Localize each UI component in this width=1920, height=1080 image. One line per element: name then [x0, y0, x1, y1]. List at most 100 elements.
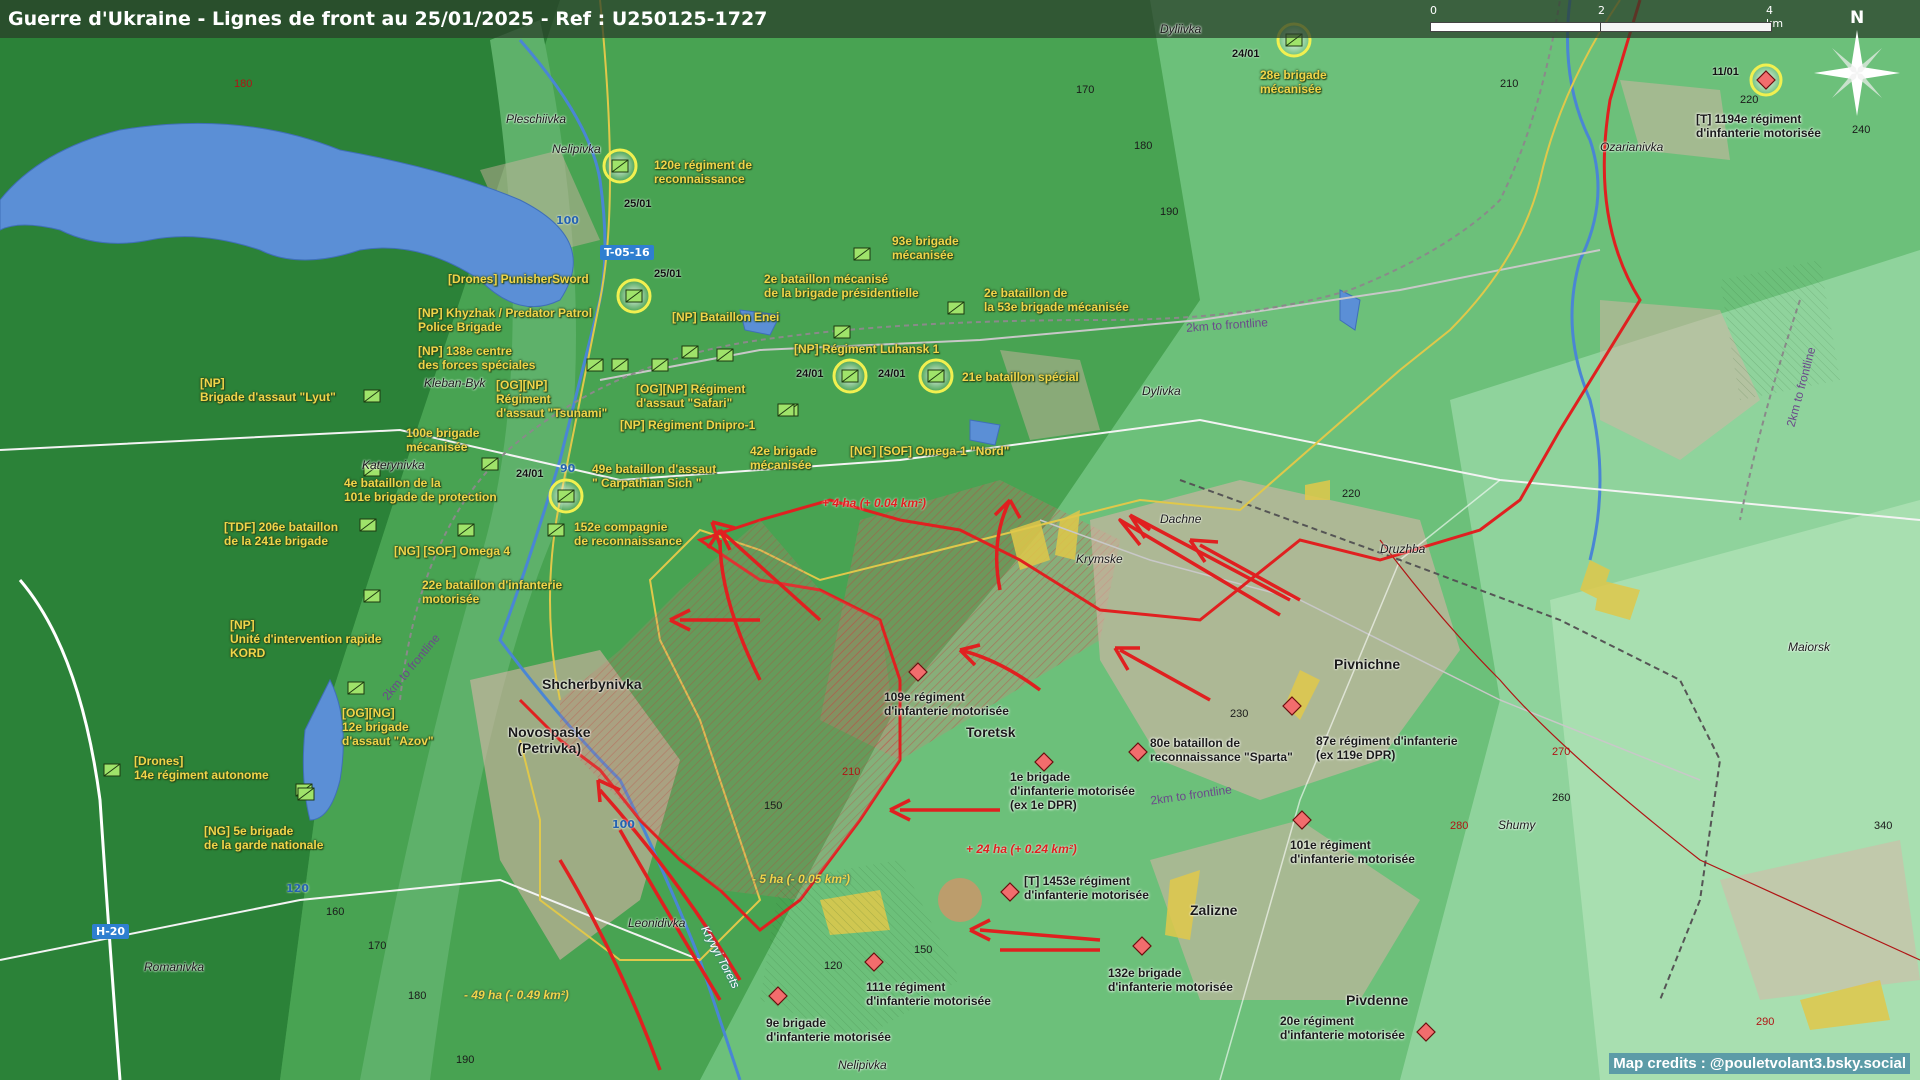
- friendly-unit-symbol[interactable]: [853, 247, 871, 261]
- elevation-label: 190: [1160, 206, 1179, 218]
- elevation-label: 290: [1756, 1016, 1775, 1028]
- friendly-unit-label[interactable]: 49e bataillon d'assaut " Carpathian Sich…: [592, 462, 716, 490]
- scale-segment-1: [1430, 22, 1602, 32]
- friendly-unit-symbol[interactable]: [457, 523, 475, 537]
- friendly-unit-label[interactable]: 2e bataillon de la 53e brigade mécanisée: [984, 286, 1129, 314]
- friendly-unit-symbol[interactable]: [359, 518, 377, 532]
- friendly-unit-symbol[interactable]: [602, 148, 638, 184]
- friendly-unit-symbol[interactable]: [651, 358, 669, 372]
- elevation-label: 150: [914, 944, 933, 956]
- friendly-unit-label[interactable]: [NP] Brigade d'assaut "Lyut": [200, 376, 336, 404]
- elevation-label: 220: [1342, 488, 1361, 500]
- friendly-unit-label[interactable]: 28e brigade mécanisée: [1260, 68, 1327, 96]
- place-pleschiivka: Pleschiivka: [506, 112, 567, 126]
- place-dylivka: Dylivka: [1142, 384, 1181, 398]
- place-shcherbynivka: Shcherbynivka: [542, 676, 642, 692]
- friendly-unit-label[interactable]: 2e bataillon mécanisé de la brigade prés…: [764, 272, 919, 300]
- friendly-unit-label[interactable]: 22e bataillon d'infanterie motorisée: [422, 578, 562, 606]
- friendly-unit-symbol[interactable]: [363, 389, 381, 403]
- friendly-unit-label[interactable]: 120e régiment de reconnaissance: [654, 158, 752, 186]
- friendly-unit-symbol[interactable]: [363, 589, 381, 603]
- place-druzhba: Druzhba: [1380, 542, 1426, 556]
- hostile-unit-label[interactable]: 9e brigade d'infanterie motorisée: [766, 1016, 891, 1044]
- elevation-label: 340: [1874, 820, 1893, 832]
- friendly-unit-symbol[interactable]: [681, 345, 699, 359]
- hostile-unit-label[interactable]: 101e régiment d'infanterie motorisée: [1290, 838, 1415, 866]
- friendly-unit-label[interactable]: [OG][NP] Régiment d'assaut "Tsunami": [496, 378, 607, 420]
- place-romanivka: Romanivka: [144, 960, 205, 974]
- hostile-unit-label[interactable]: 132e brigade d'infanterie motorisée: [1108, 966, 1233, 994]
- friendly-unit-label[interactable]: 21e bataillon spécial: [962, 370, 1079, 384]
- friendly-unit-symbol[interactable]: [611, 358, 629, 372]
- elevation-label: 170: [368, 940, 387, 952]
- friendly-unit-symbol[interactable]: [616, 278, 652, 314]
- hostile-unit-label[interactable]: 109e régiment d'infanterie motorisée: [884, 690, 1009, 718]
- scale-segment-2: [1600, 22, 1772, 32]
- place-toretsk: Toretsk: [966, 724, 1016, 740]
- place-dyliivka-north: Dyliivka: [1160, 22, 1202, 36]
- friendly-unit-label[interactable]: [NG] 5e brigade de la garde nationale: [204, 824, 323, 852]
- friendly-unit-symbol[interactable]: [947, 301, 965, 315]
- friendly-unit-label[interactable]: [OG][NG] 12e brigade d'assaut "Azov": [342, 706, 434, 748]
- friendly-unit-label[interactable]: 93e brigade mécanisée: [892, 234, 959, 262]
- hostile-unit-label[interactable]: 111e régiment d'infanterie motorisée: [866, 980, 991, 1008]
- road-number-100-north: 100: [556, 214, 579, 227]
- elevation-label: 180: [1134, 140, 1153, 152]
- hostile-unit-symbol[interactable]: [1749, 63, 1783, 97]
- date-tag: 24/01: [878, 368, 906, 380]
- road-shield-h20: H-20: [92, 924, 130, 939]
- date-tag: 24/01: [516, 468, 544, 480]
- road-number-100-south: 100: [612, 818, 635, 831]
- hostile-unit-label[interactable]: [T] 1194e régiment d'infanterie motorisé…: [1696, 112, 1821, 140]
- friendly-unit-label[interactable]: 100e brigade mécanisée: [406, 426, 479, 454]
- scale-bar: 0 2 4 km: [1430, 4, 1783, 38]
- place-shumy: Shumy: [1498, 818, 1536, 832]
- road-shield-t0516: T-05-16: [600, 245, 654, 260]
- friendly-unit-label[interactable]: 152e compagnie de reconnaissance: [574, 520, 682, 548]
- friendly-unit-symbol[interactable]: [347, 681, 365, 695]
- friendly-unit-symbol[interactable]: [841, 369, 859, 383]
- friendly-unit-label[interactable]: [NP] 138e centre des forces spéciales: [418, 344, 535, 372]
- friendly-unit-label[interactable]: 42e brigade mécanisée: [750, 444, 817, 472]
- friendly-unit-label[interactable]: [NP] Khyzhak / Predator Patrol Police Br…: [418, 306, 592, 334]
- friendly-unit-symbol[interactable]: [481, 457, 499, 471]
- map-credits: Map credits : @pouletvolant3.bsky.social: [1609, 1053, 1910, 1074]
- hostile-unit-label[interactable]: 20e régiment d'infanterie motorisée: [1280, 1014, 1405, 1042]
- map-header: Guerre d'Ukraine - Lignes de front au 25…: [0, 0, 1920, 38]
- north-label: N: [1850, 8, 1865, 28]
- scale-label-2: 2: [1598, 4, 1605, 17]
- friendly-unit-symbol[interactable]: [586, 358, 604, 372]
- friendly-unit-label[interactable]: [Drones] 14e régiment autonome: [134, 754, 269, 782]
- hostile-unit-label[interactable]: [T] 1453e régiment d'infanterie motorisé…: [1024, 874, 1149, 902]
- friendly-unit-label[interactable]: [NP] Bataillon Enei: [672, 310, 779, 324]
- friendly-unit-symbol[interactable]: [547, 523, 565, 537]
- friendly-unit-label[interactable]: [NP] Régiment Dnipro-1: [620, 418, 755, 432]
- friendly-unit-label[interactable]: [NP] Unité d'intervention rapide KORD: [230, 618, 382, 660]
- friendly-unit-symbol[interactable]: [777, 403, 795, 417]
- friendly-unit-symbol[interactable]: [297, 787, 315, 801]
- elevation-label: 180: [408, 990, 427, 1002]
- friendly-unit-label[interactable]: [NG] [SOF] Omega 4: [394, 544, 510, 558]
- hostile-unit-label[interactable]: 80e bataillon de reconnaissance "Sparta": [1150, 736, 1293, 764]
- friendly-unit-symbol[interactable]: [548, 478, 584, 514]
- friendly-unit-symbol[interactable]: [716, 348, 734, 362]
- friendly-unit-label[interactable]: [NP] Régiment Luhansk 1: [794, 342, 939, 356]
- map-title: Guerre d'Ukraine - Lignes de front au 25…: [8, 8, 768, 30]
- elevation-label: 190: [456, 1054, 475, 1066]
- friendly-unit-label[interactable]: [TDF] 206e bataillon de la 241e brigade: [224, 520, 338, 548]
- friendly-unit-label[interactable]: [OG][NP] Régiment d'assaut "Safari": [636, 382, 745, 410]
- date-tag: 11/01: [1712, 66, 1739, 78]
- friendly-unit-label[interactable]: [NG] [SOF] Omega-1 "Nord": [850, 444, 1009, 458]
- hostile-unit-label[interactable]: 87e régiment d'infanterie (ex 119e DPR): [1316, 734, 1458, 762]
- friendly-unit-label[interactable]: 4e bataillon de la 101e brigade de prote…: [344, 476, 497, 504]
- friendly-unit-symbol[interactable]: [833, 325, 851, 339]
- road-number-120: 120: [286, 882, 309, 895]
- place-nelipivka-north: Nelipivka: [552, 142, 601, 156]
- friendly-unit-symbol[interactable]: [918, 358, 954, 394]
- elevation-label: 180: [234, 78, 253, 90]
- hostile-unit-label[interactable]: 1e brigade d'infanterie motorisée (ex 1e…: [1010, 770, 1135, 812]
- friendly-unit-label[interactable]: [Drones] PunisherSword: [448, 272, 589, 286]
- elevation-label: 240: [1852, 124, 1871, 136]
- elevation-label: 280: [1450, 820, 1469, 832]
- friendly-unit-symbol[interactable]: [103, 763, 121, 777]
